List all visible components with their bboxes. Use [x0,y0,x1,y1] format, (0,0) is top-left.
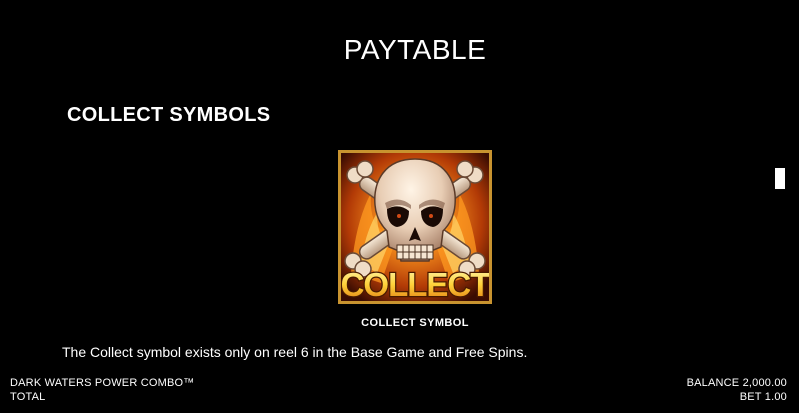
footer-right: BALANCE 2,000.00 BET 1.00 [687,376,787,404]
bet-display: BET 1.00 [739,391,787,403]
collect-symbol-tile: COLLECT [338,150,492,304]
section-heading: COLLECT SYMBOLS [67,104,271,126]
symbol-caption: COLLECT SYMBOL [361,317,469,329]
flaming-skull-crossbones-icon: COLLECT [341,153,489,301]
collect-badge-text: COLLECT [341,266,489,301]
scrollbar-thumb[interactable] [775,168,785,189]
symbol-description: The Collect symbol exists only on reel 6… [62,344,528,360]
footer-left: DARK WATERS POWER COMBO™ TOTAL [10,376,194,404]
total-label: TOTAL [10,391,46,403]
game-name: DARK WATERS POWER COMBO™ [10,377,195,389]
page-title: PAYTABLE [343,34,487,65]
balance-display: BALANCE 2,000.00 [686,377,787,389]
